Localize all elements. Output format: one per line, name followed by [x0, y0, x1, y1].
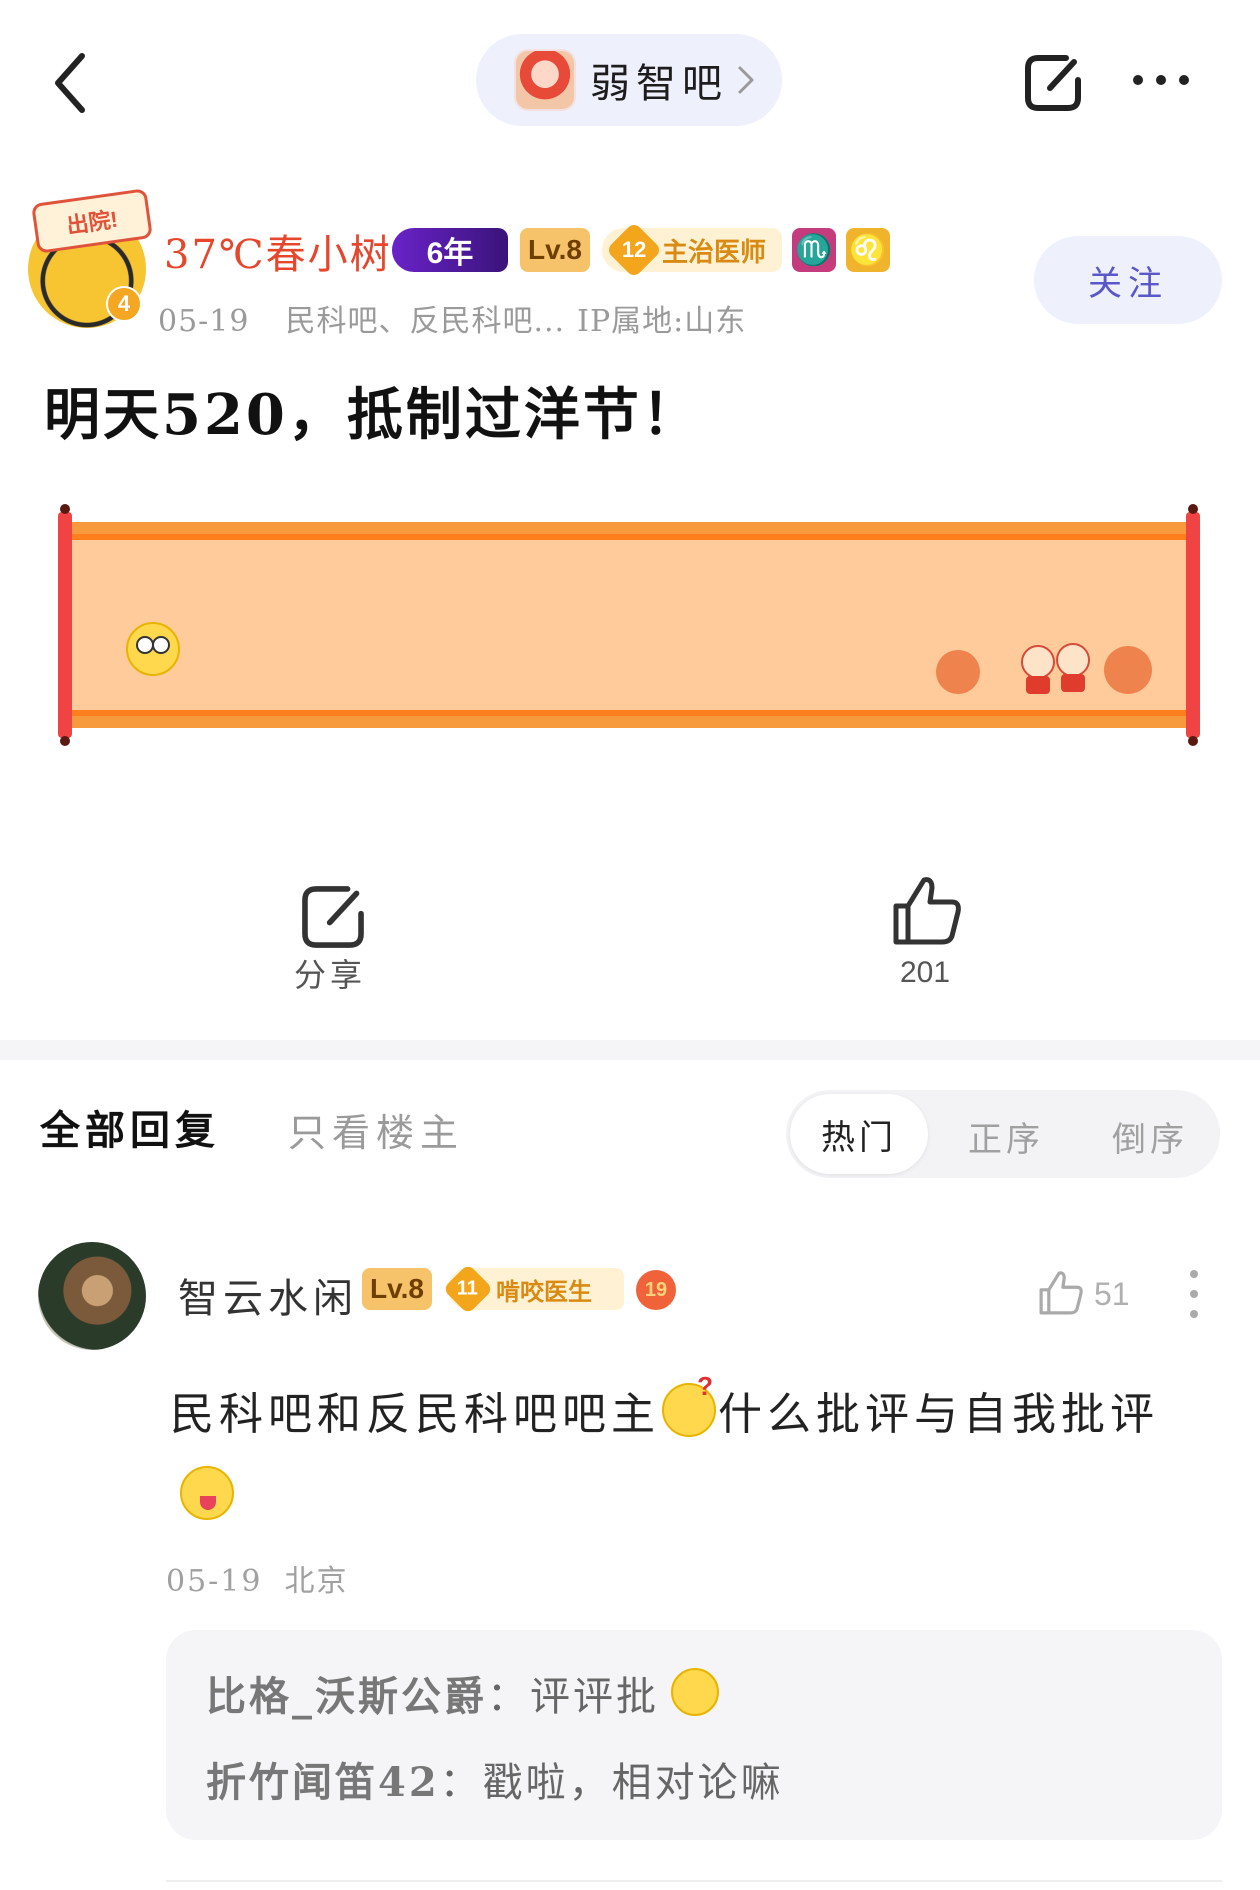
author-avatar[interactable]: 出院! 4 — [28, 188, 153, 328]
comment-text: 民科吧和反民科吧吧主 什么批评与自我批评 — [170, 1371, 1159, 1442]
avatar-badge: 4 — [106, 286, 142, 322]
tongue-out-emoji-icon — [180, 1466, 234, 1520]
commenter-doctor-level-icon: 11 — [442, 1263, 494, 1315]
pleading-emoji-icon — [126, 622, 180, 676]
avatar-hat-sign: 出院! — [31, 188, 153, 254]
forum-entry-pill[interactable]: 弱智吧 — [476, 34, 782, 126]
zodiac-scorpio-icon: ♏ — [792, 228, 836, 272]
commenter-doctor-badge: 11 啃咬医生 — [442, 1263, 624, 1315]
years-badge: 6年 — [392, 228, 508, 272]
commenter-name[interactable]: 智云水闲 — [178, 1266, 358, 1324]
smile-emoji-icon — [671, 1668, 719, 1716]
ip-location: IP属地:山东 — [577, 304, 747, 339]
banner-scroll-body — [66, 522, 1192, 728]
commenter-avatar[interactable] — [38, 1242, 146, 1350]
thumbs-up-icon — [893, 877, 961, 945]
sub-reply-text: 戳啦，相对论嘛 — [482, 1760, 784, 1806]
comment-like-button[interactable] — [1036, 1268, 1086, 1318]
sort-hot-button[interactable]: 热门 — [790, 1094, 928, 1174]
share-label: 分享 — [294, 956, 367, 994]
banner-decoration-icon — [936, 643, 1152, 694]
doctor-level-icon: 12 — [605, 221, 663, 279]
sub-reply-separator: ： — [487, 1674, 530, 1720]
follow-button[interactable]: 关注 — [1034, 236, 1222, 324]
back-button[interactable] — [48, 48, 98, 118]
post-date: 05-19 — [158, 304, 250, 339]
commenter-extra-badge: 19 — [636, 1270, 676, 1310]
comment-like-count: 51 — [1094, 1276, 1130, 1312]
zodiac-leo-icon: ♌ — [846, 228, 890, 272]
thumbs-up-icon — [1039, 1271, 1083, 1315]
share-button[interactable] — [296, 880, 370, 954]
forum-name: 弱智吧 — [590, 61, 728, 107]
like-count: 201 — [900, 956, 951, 989]
sort-descending-button[interactable]: 倒序 — [1112, 1112, 1188, 1161]
sub-reply-text: 评评批 — [530, 1674, 659, 1720]
comment-date: 05-19 — [166, 1564, 263, 1599]
more-icon — [1133, 75, 1189, 85]
sub-reply-separator: ： — [439, 1760, 483, 1806]
sub-replies-box[interactable]: 比格_沃斯公爵：评评批 折竹闻笛42：戳啦，相对论嘛 — [166, 1630, 1222, 1840]
more-options-button[interactable] — [1128, 60, 1194, 100]
scroll-rod-left — [58, 504, 72, 746]
author-forums: 民科吧、反民科吧... — [285, 304, 566, 339]
sort-ascending-button[interactable]: 正序 — [968, 1112, 1044, 1161]
commenter-doctor-title: 啃咬医生 — [496, 1278, 592, 1306]
author-name[interactable]: 37℃春小树 — [164, 222, 392, 280]
doctor-title-badge: 12 主治医师 — [602, 221, 782, 279]
sub-reply: 折竹闻笛42：戳啦，相对论嘛 — [206, 1750, 784, 1808]
sort-toggle-group: 热门 正序 倒序 — [786, 1090, 1220, 1178]
comment-text-part1: 民科吧和反民科吧吧主 — [170, 1389, 660, 1440]
post-banner-image[interactable] — [58, 504, 1200, 746]
vertical-more-icon — [1190, 1270, 1198, 1318]
bottom-divider — [166, 1880, 1222, 1882]
level-badge: Lv.8 — [520, 228, 590, 272]
sub-reply: 比格_沃斯公爵：评评批 — [206, 1664, 719, 1722]
tab-host-only[interactable]: 只看楼主 — [288, 1102, 464, 1157]
section-divider — [0, 1040, 1260, 1060]
scroll-rod-right — [1186, 504, 1200, 746]
post-title: 明天520，抵制过洋节！ — [44, 382, 701, 448]
like-button[interactable] — [888, 872, 966, 950]
back-arrow-icon — [55, 53, 85, 113]
post-meta: 05-19 民科吧、反民科吧... IP属地:山东 — [158, 296, 782, 340]
commenter-level-badge: Lv.8 — [362, 1268, 432, 1310]
forum-avatar — [514, 49, 576, 111]
comment-location: 北京 — [284, 1564, 349, 1599]
comment-more-button[interactable] — [1184, 1266, 1204, 1322]
thinking-emoji-icon — [662, 1371, 718, 1437]
comment-text-part2: 什么批评与自我批评 — [718, 1389, 1159, 1440]
share-icon — [1025, 55, 1081, 111]
share-icon — [302, 886, 364, 948]
sub-reply-user[interactable]: 折竹闻笛42 — [206, 1759, 440, 1806]
tab-all-replies[interactable]: 全部回复 — [40, 1098, 220, 1156]
chevron-right-icon — [738, 66, 754, 94]
comment-meta: 05-19 北京 — [166, 1556, 370, 1600]
sub-reply-user[interactable]: 比格_沃斯公爵 — [206, 1673, 487, 1720]
share-button-top[interactable] — [1020, 50, 1086, 116]
doctor-title: 主治医师 — [661, 236, 766, 267]
